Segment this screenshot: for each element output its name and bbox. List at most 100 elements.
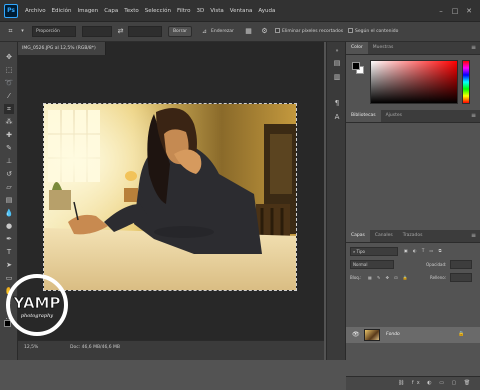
width-input[interactable] [82,26,112,37]
right-panel-dock: Color Muestras ≡ Bibliotecas Ajustes ≡ C… [346,42,480,390]
gradient-tool-icon[interactable]: ▤ [4,195,14,205]
opacity-input[interactable] [450,260,472,269]
paragraph-panel-icon[interactable]: ¶ [332,98,342,108]
menu-bar: Ps Archivo Edición Imagen Capa Texto Sel… [0,0,480,22]
color-foreground-swatch[interactable] [352,62,360,70]
menu-edicion[interactable]: Edición [49,8,75,14]
opacity-label: Opacidad: [426,262,447,267]
layer-name[interactable]: Fondo [386,332,400,337]
fill-input[interactable] [450,273,472,282]
type-tool-icon[interactable]: T [4,247,14,257]
watermark-tagline: photography [21,313,53,319]
options-bar: ⌗ ▾ Proporción ⇄ Borrar ⊿ Enderezar ▦ ⚙ … [0,22,480,42]
clone-stamp-tool-icon[interactable]: ⊥ [4,156,14,166]
history-panel-icon[interactable]: ▤ [332,58,342,68]
lock-label: Bloq.: [350,275,362,280]
blend-mode-select[interactable]: Normal [350,260,394,269]
gear-icon[interactable]: ⚙ [260,27,269,36]
photoshop-logo: Ps [4,3,18,18]
path-selection-tool-icon[interactable]: ➤ [4,260,14,270]
layer-row-fondo[interactable]: 👁 Fondo 🔒 [346,327,480,343]
delete-cropped-pixels-label: Eliminar píxeles recortados [282,29,344,34]
menu-vista[interactable]: Vista [207,8,227,14]
blur-tool-icon[interactable]: 💧 [4,208,14,218]
layer-filter-label: Tipo [356,249,365,254]
properties-panel-icon[interactable]: ▥ [332,72,342,82]
crop-tool-icon[interactable]: ⌗ [4,104,14,114]
history-brush-tool-icon[interactable]: ↺ [4,169,14,179]
pen-tool-icon[interactable]: ✒ [4,234,14,244]
checkbox-box[interactable] [275,28,280,33]
color-field[interactable] [370,60,458,104]
content-aware-checkbox[interactable]: Según el contenido [348,26,398,37]
panel-menu-icon[interactable]: ≡ [471,232,476,239]
libraries-panel: Bibliotecas Ajustes ≡ [346,110,480,228]
status-bar: 12,5% Doc: 46,6 MB/46,6 MB [18,340,324,360]
tab-canales[interactable]: Canales [370,230,398,242]
layers-footer: ⛓ fx ◐ ▭ ▢ 🗑 [346,376,480,390]
tab-trazados[interactable]: Trazados [398,230,428,242]
clear-button[interactable]: Borrar [168,26,192,37]
lasso-tool-icon[interactable]: ➰ [4,78,14,88]
libraries-panel-tabs: Bibliotecas Ajustes [346,110,480,123]
grid-overlay-icon[interactable]: ▦ [244,27,253,36]
menu-3d[interactable]: 3D [193,8,207,14]
swap-icon[interactable]: ⇄ [116,27,125,36]
tab-color[interactable]: Color [346,42,368,54]
layers-panel-tabs: Capas Canales Trazados [346,230,480,243]
checkbox-box[interactable] [348,28,353,33]
fill-label: Relleno: [430,275,447,280]
menu-ventana[interactable]: Ventana [227,8,256,14]
quick-select-tool-icon[interactable]: ⁄ [4,91,14,101]
tab-bibliotecas[interactable]: Bibliotecas [346,110,381,122]
zoom-level[interactable]: 12,5% [24,345,38,350]
chevron-down-icon[interactable]: ▾ [18,27,27,36]
dodge-tool-icon[interactable]: ● [4,221,14,231]
height-input[interactable] [128,26,162,37]
color-panel-tabs: Color Muestras [346,42,480,55]
lock-icons[interactable]: ▦ ✎ ✥ ⊡ 🔒 [368,275,410,280]
layer-action-icons[interactable]: ⛓ fx ◐ ▭ ▢ 🗑 [398,380,473,386]
menu-texto[interactable]: Texto [121,8,142,14]
watermark-brand: YAMP [13,294,61,312]
document-size: Doc: 46,6 MB/46,6 MB [70,345,120,350]
menu-ayuda[interactable]: Ayuda [255,8,278,14]
ratio-select[interactable]: Proporción [32,26,76,37]
restore-button[interactable]: □ [450,6,460,16]
hue-slider[interactable] [462,60,470,104]
move-tool-icon[interactable]: ✥ [4,52,14,62]
tab-capas[interactable]: Capas [346,230,370,242]
tab-ajustes[interactable]: Ajustes [381,110,407,122]
layers-panel: Capas Canales Trazados ≡ ⌕ Tipo ▣ ◐ T ▭ … [346,230,480,390]
photo-man-at-table [44,104,296,290]
straighten-icon[interactable]: ⊿ [200,27,209,36]
eyedropper-tool-icon[interactable]: ⁂ [4,117,14,127]
character-panel-icon[interactable]: A [332,112,342,122]
content-aware-label: Según el contenido [355,29,399,34]
collapse-arrows-icon[interactable]: » [332,46,342,56]
minimize-button[interactable]: – [436,6,446,16]
straighten-label[interactable]: Enderezar [211,26,234,37]
layer-filter-icons[interactable]: ▣ ◐ T ▭ ⧉ [404,248,443,253]
marquee-tool-icon[interactable]: ⬚ [4,65,14,75]
brush-tool-icon[interactable]: ✎ [4,143,14,153]
panel-menu-icon[interactable]: ≡ [471,44,476,51]
delete-cropped-pixels-checkbox[interactable]: Eliminar píxeles recortados [275,26,343,37]
healing-brush-tool-icon[interactable]: ✚ [4,130,14,140]
layer-filter-select[interactable]: ⌕ Tipo [350,247,398,256]
lock-icon: 🔒 [458,331,465,337]
menu-filtro[interactable]: Filtro [174,8,193,14]
document-tab[interactable]: IMG_0526.JPG al 12,5% (RGB/8*) [18,42,106,55]
menu-seleccion[interactable]: Selección [142,8,174,14]
eye-icon[interactable]: 👁 [352,331,360,338]
crop-tool-icon[interactable]: ⌗ [6,27,15,36]
document-image[interactable] [43,103,297,291]
panel-menu-icon[interactable]: ≡ [471,112,476,119]
menu-capa[interactable]: Capa [101,8,121,14]
color-panel: Color Muestras ≡ [346,42,480,110]
menu-archivo[interactable]: Archivo [22,8,49,14]
eraser-tool-icon[interactable]: ▱ [4,182,14,192]
menu-imagen[interactable]: Imagen [74,8,101,14]
close-button[interactable]: ✕ [464,6,474,16]
tab-muestras[interactable]: Muestras [368,42,399,54]
